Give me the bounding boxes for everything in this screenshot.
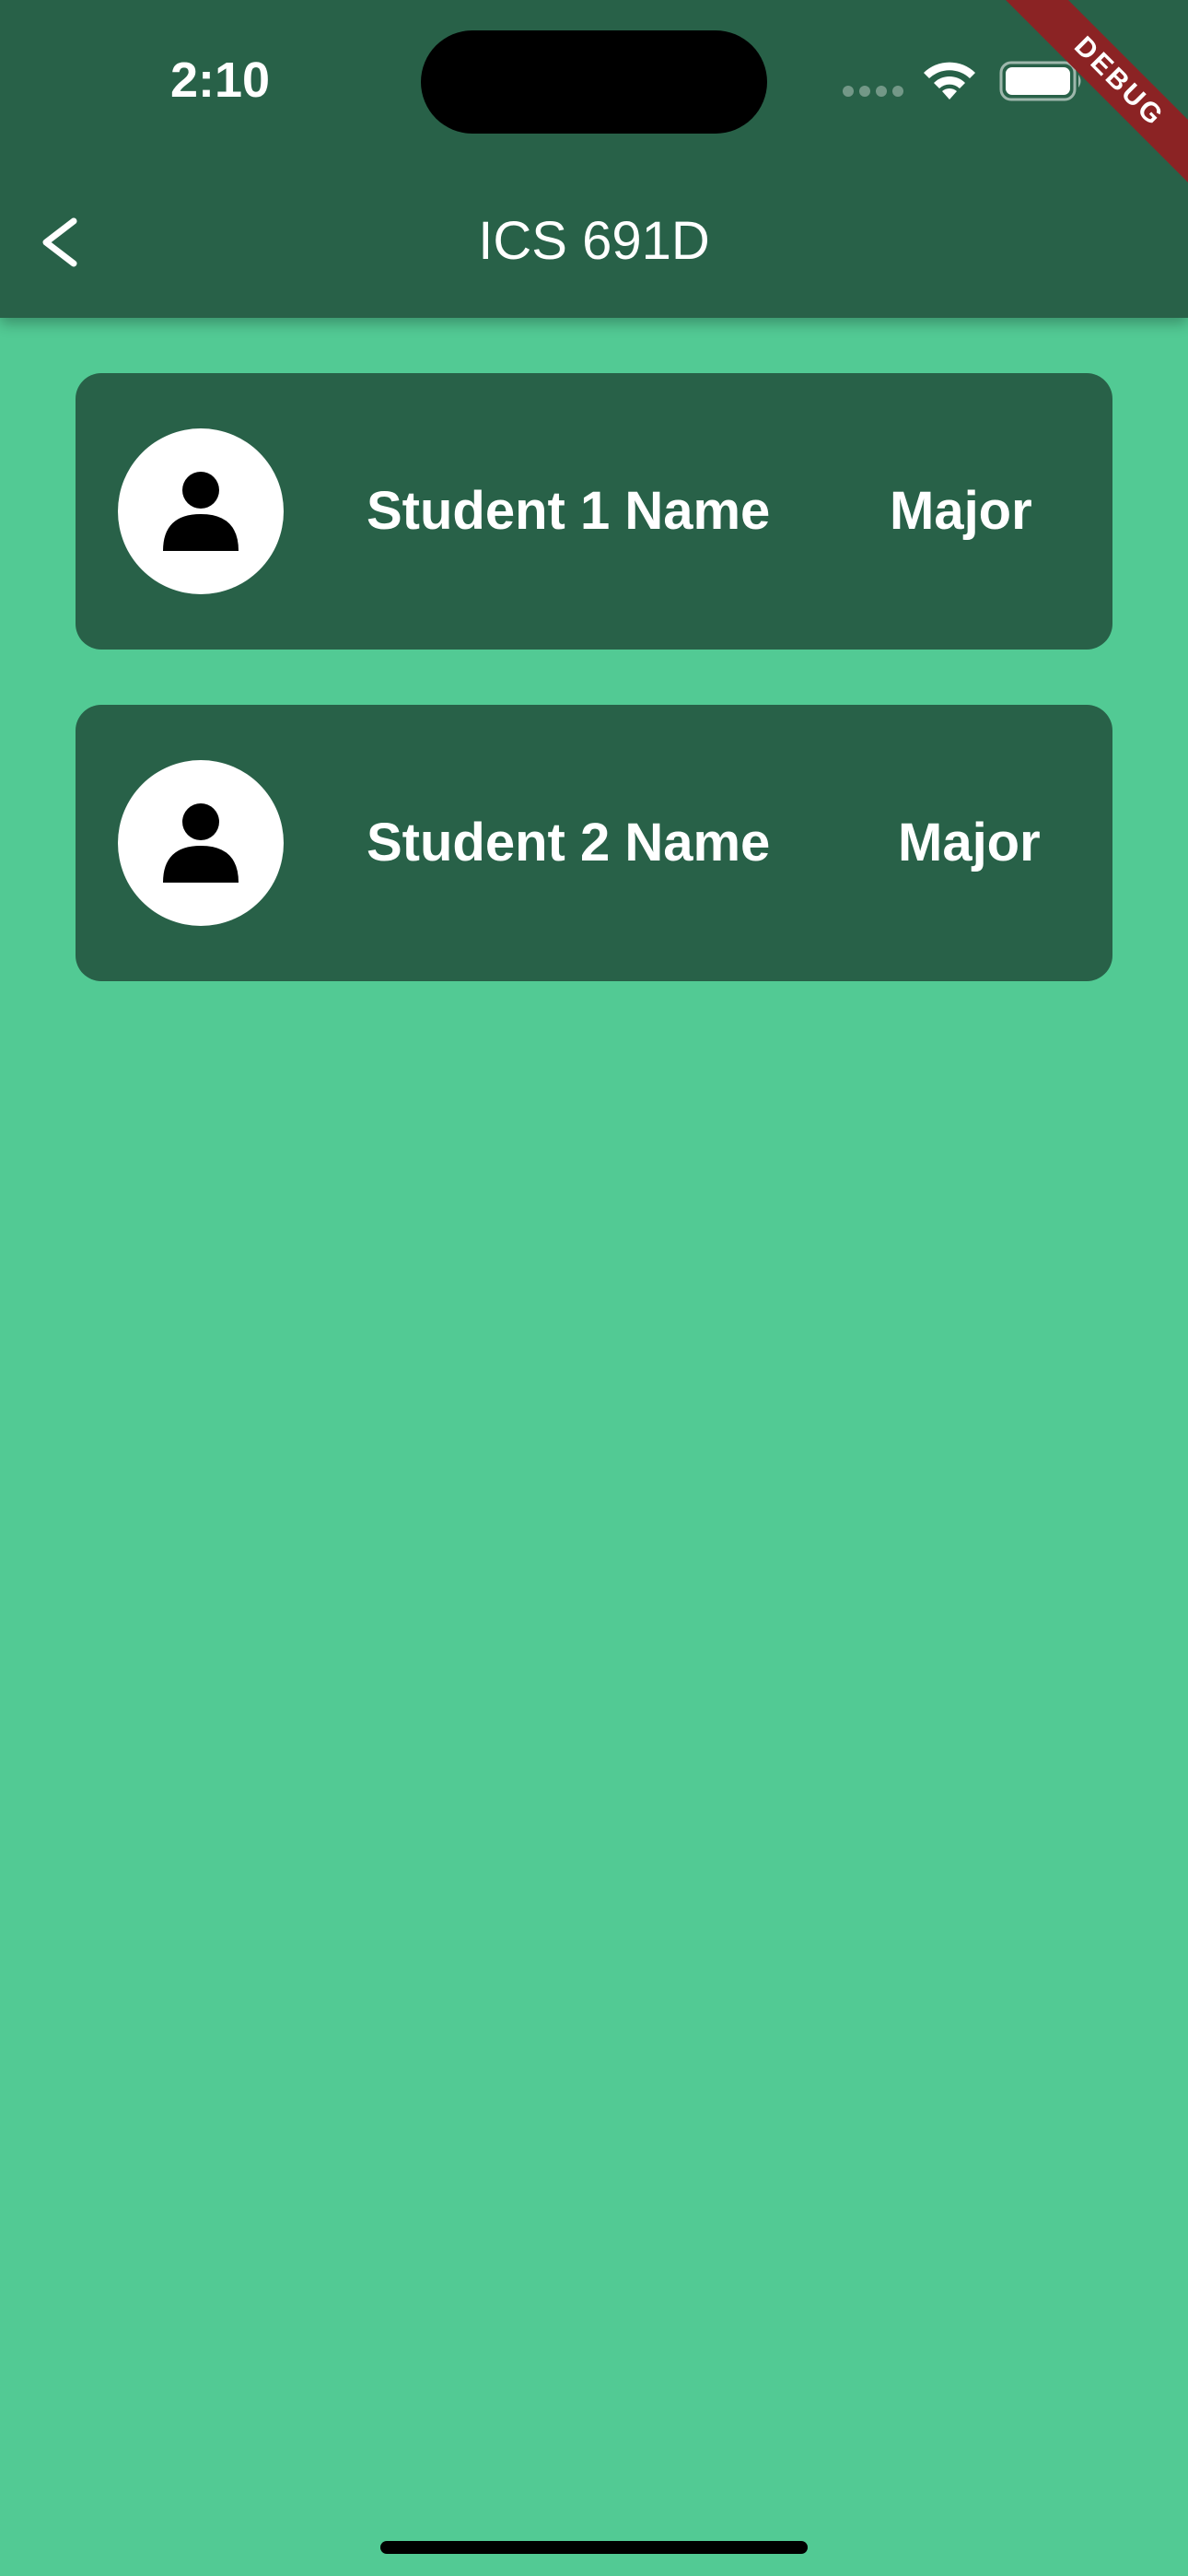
cell-signal-icon: [843, 86, 903, 97]
person-icon: [163, 803, 239, 883]
student-name: Student 1 Name: [367, 481, 771, 541]
avatar: [118, 760, 284, 926]
back-button[interactable]: [28, 203, 101, 280]
student-major: Major: [898, 813, 1041, 872]
student-card[interactable]: Student 2 Name Major: [76, 705, 1112, 981]
chevron-left-icon: [42, 217, 77, 267]
person-icon: [163, 472, 239, 551]
page-title: ICS 691D: [478, 211, 710, 271]
status-time: 2:10: [170, 53, 271, 108]
home-indicator[interactable]: [380, 2541, 808, 2554]
student-name: Student 2 Name: [367, 813, 771, 872]
dynamic-island: [421, 30, 767, 134]
student-major: Major: [890, 481, 1032, 541]
app-bar: 2:10 ICS 691D: [0, 0, 1188, 318]
avatar: [118, 428, 284, 594]
battery-icon: [999, 61, 1081, 101]
student-card[interactable]: Student 1 Name Major: [76, 373, 1112, 650]
wifi-icon: [924, 62, 975, 100]
